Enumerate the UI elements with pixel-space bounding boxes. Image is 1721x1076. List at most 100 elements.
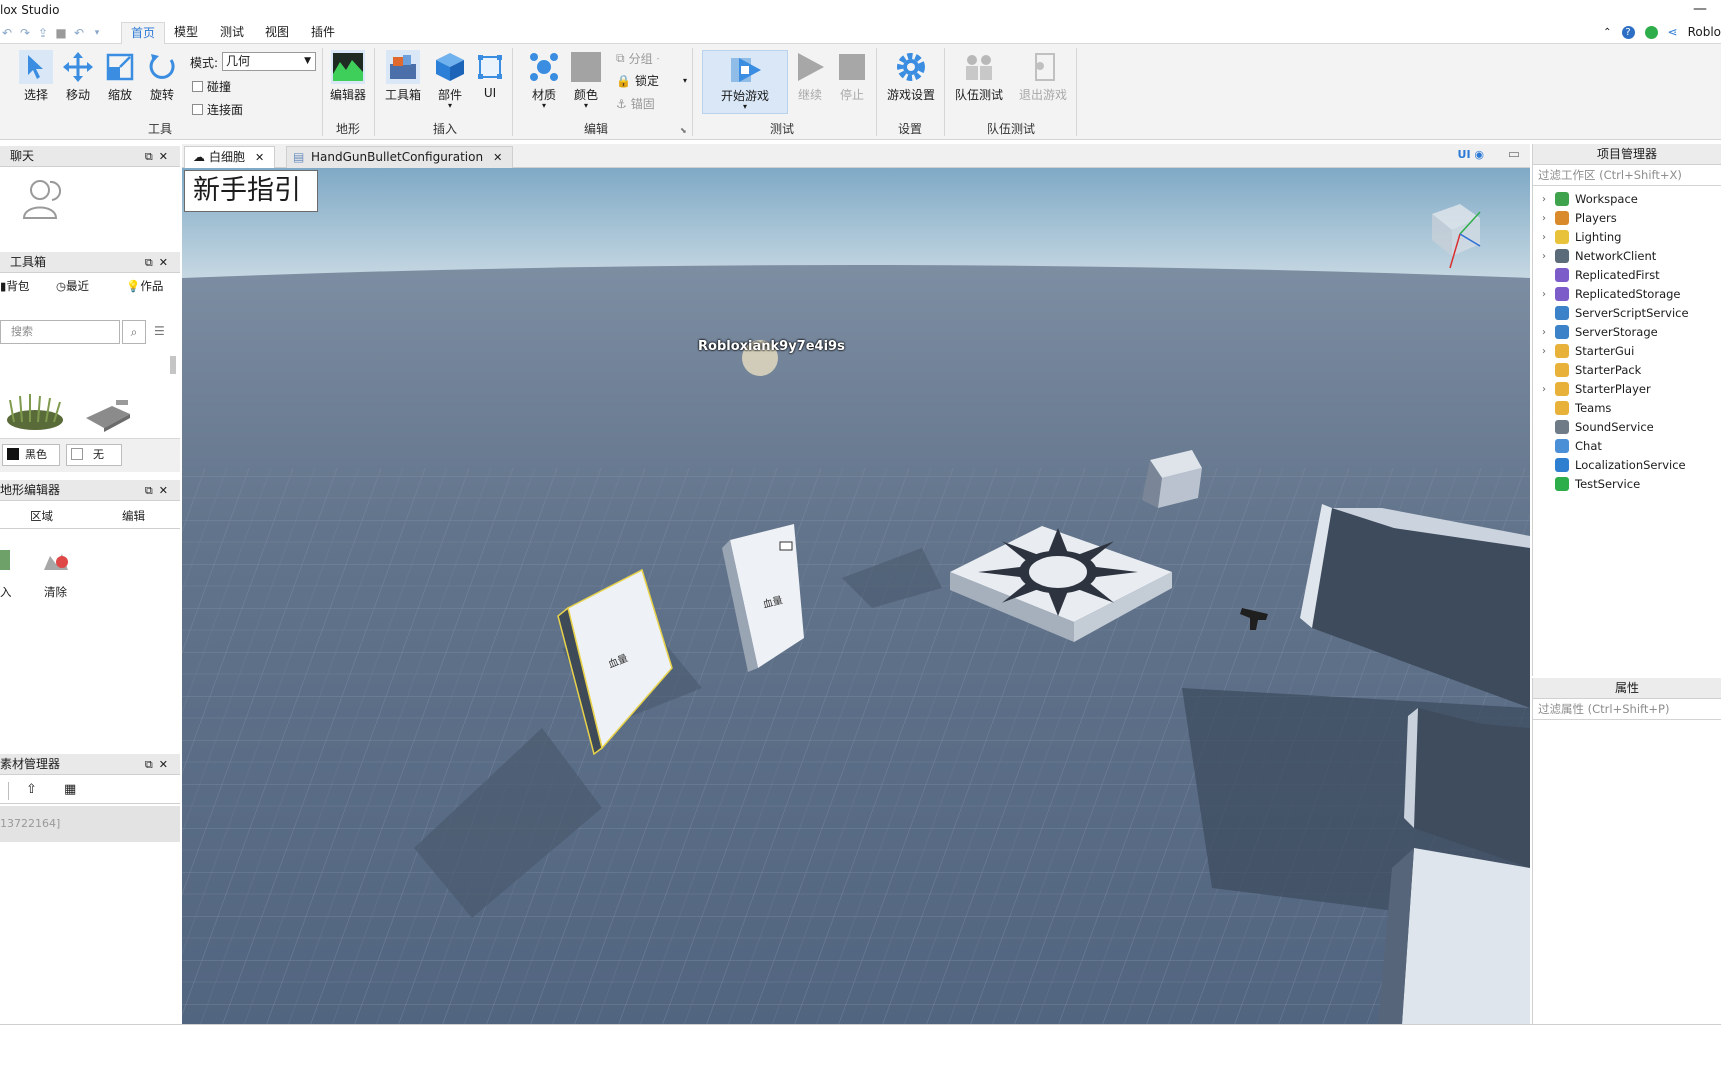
scale-tool-button[interactable]: 缩放 xyxy=(100,50,140,103)
terrain-editor-button[interactable]: 编辑器 xyxy=(326,50,370,103)
minimize-button[interactable]: — xyxy=(1693,1,1707,17)
explorer-item-workspace[interactable]: › Workspace xyxy=(1533,190,1638,208)
chevron-right-icon[interactable]: › xyxy=(1533,289,1555,300)
resume-button[interactable]: 继续 xyxy=(790,50,830,103)
upload-icon[interactable]: ⇧ xyxy=(26,782,37,797)
explorer-item-soundservice[interactable]: SoundService xyxy=(1533,418,1654,436)
explorer-item-testservice[interactable]: TestService xyxy=(1533,475,1640,493)
help-icon[interactable]: ? xyxy=(1621,25,1635,39)
terrain-tab-edit[interactable]: 编辑 xyxy=(122,508,145,524)
grid-view-icon[interactable]: ▦ xyxy=(64,782,76,797)
device-emulator-icon[interactable]: ▭ xyxy=(1508,147,1520,162)
close-icon[interactable]: ✕ xyxy=(255,151,264,164)
edit-settings-icon[interactable]: ⬊ xyxy=(680,126,687,135)
status-icon[interactable] xyxy=(1644,25,1658,39)
explorer-item-startergui[interactable]: › StarterGui xyxy=(1533,342,1634,360)
mode-select[interactable]: 几何 ▼ xyxy=(222,52,316,71)
explorer-item-serverstorage[interactable]: › ServerStorage xyxy=(1533,323,1658,341)
explorer-item-localizationservice[interactable]: LocalizationService xyxy=(1533,456,1686,474)
asset-id-text: 13722164] xyxy=(0,817,61,830)
slab-asset-thumbnail[interactable] xyxy=(82,392,134,435)
window-title: lox Studio xyxy=(0,3,60,17)
terrain-editor-panel-header: 地形编辑器 ⧉✕ xyxy=(0,480,180,501)
material-button[interactable]: 材质 ▾ xyxy=(524,50,564,110)
anchor-button[interactable]: ⚓ 锚固 xyxy=(616,95,655,112)
game-settings-button[interactable]: 游戏设置 xyxy=(884,50,938,103)
background-none-button[interactable]: 无 xyxy=(66,444,122,466)
explorer-filter-input[interactable]: 过滤工作区 (Ctrl+Shift+X) xyxy=(1533,165,1721,186)
chevron-right-icon[interactable]: › xyxy=(1533,251,1555,262)
explorer-item-networkclient[interactable]: › NetworkClient xyxy=(1533,247,1656,265)
collide-checkbox[interactable] xyxy=(192,81,203,92)
tab-model[interactable]: 模型 xyxy=(165,22,207,44)
undo-icon[interactable]: ↶ xyxy=(72,26,86,40)
new-player-guide-button[interactable]: 新手指引 xyxy=(184,170,318,212)
toolbox-search-input[interactable]: 搜索 xyxy=(0,320,120,344)
ui-visibility-toggle[interactable]: UI ◉ xyxy=(1458,148,1484,161)
toolbox-tab-backpack[interactable]: ▮背包 xyxy=(0,278,29,294)
chevron-right-icon[interactable]: › xyxy=(1533,327,1555,338)
explorer-item-replicatedstorage[interactable]: › ReplicatedStorage xyxy=(1533,285,1681,303)
rotate-tool-button[interactable]: 旋转 xyxy=(142,50,182,103)
ui-button[interactable]: UI xyxy=(470,50,510,100)
publish-icon[interactable]: ⇪ xyxy=(36,26,50,40)
grass-asset-thumbnail[interactable] xyxy=(4,386,66,437)
lock-button[interactable]: 🔒 锁定 ▾ xyxy=(616,72,687,89)
search-icon[interactable]: ⌕ xyxy=(122,320,146,344)
toolbox-button[interactable]: 工具箱 xyxy=(380,50,426,103)
panel-dock-close-icons[interactable]: ⧉✕ xyxy=(145,480,174,501)
clear-terrain-icon[interactable] xyxy=(42,548,70,575)
explorer-item-serverscriptservice[interactable]: ServerScriptService xyxy=(1533,304,1689,322)
explorer-item-starterpack[interactable]: StarterPack xyxy=(1533,361,1641,379)
redo-icon[interactable]: ↷ xyxy=(18,26,32,40)
team-test-button[interactable]: 队伍测试 xyxy=(952,50,1006,103)
tab-handgun-bullet-config[interactable]: ▤ HandGunBulletConfiguration ✕ xyxy=(286,146,514,168)
collapse-ribbon-icon[interactable]: ⌃ xyxy=(1603,27,1611,38)
toolbox-tab-creations[interactable]: 💡作品 xyxy=(126,278,163,294)
chevron-right-icon[interactable]: › xyxy=(1533,194,1555,205)
tab-view[interactable]: 视图 xyxy=(256,22,298,44)
part-button[interactable]: 部件 ▾ xyxy=(430,50,470,110)
panel-dock-close-icons[interactable]: ⧉✕ xyxy=(145,146,174,167)
tab-home[interactable]: 首页 xyxy=(121,22,166,44)
import-terrain-icon[interactable] xyxy=(0,548,12,575)
join-surfaces-toggle[interactable]: 连接面 xyxy=(192,101,243,118)
chevron-down-icon[interactable]: ▾ xyxy=(90,26,104,40)
terrain-tab-region[interactable]: 区域 xyxy=(30,508,53,524)
close-icon[interactable]: ✕ xyxy=(493,151,502,164)
toolbox-scrollbar[interactable] xyxy=(170,356,176,374)
color-button[interactable]: 颜色 ▾ xyxy=(566,50,606,110)
play-button[interactable]: 开始游戏 ▾ xyxy=(702,50,788,114)
stop-button[interactable]: 停止 xyxy=(832,50,872,103)
explorer-item-chat[interactable]: Chat xyxy=(1533,437,1602,455)
filter-settings-icon[interactable]: ☰ xyxy=(154,324,165,338)
background-black-button[interactable]: 黑色 xyxy=(2,444,60,466)
move-tool-button[interactable]: 移动 xyxy=(58,50,98,103)
3d-viewport[interactable]: 血量 血量 Robloxiank9y7e4i9s xyxy=(182,168,1530,1024)
exit-game-button[interactable]: 退出游戏 xyxy=(1016,50,1070,103)
stop-icon[interactable]: ■ xyxy=(54,26,68,40)
explorer-item-teams[interactable]: Teams xyxy=(1533,399,1611,417)
panel-dock-close-icons[interactable]: ⧉✕ xyxy=(145,754,174,775)
undo-history-icon[interactable]: ↶ xyxy=(0,26,14,40)
collide-toggle[interactable]: 碰撞 xyxy=(192,78,231,95)
join-surfaces-checkbox[interactable] xyxy=(192,104,203,115)
explorer-item-replicatedfirst[interactable]: ReplicatedFirst xyxy=(1533,266,1660,284)
share-icon[interactable]: ⋖ xyxy=(1668,25,1678,39)
select-tool-button[interactable]: 选择 xyxy=(16,50,56,103)
explorer-item-players[interactable]: › Players xyxy=(1533,209,1617,227)
chevron-right-icon[interactable]: › xyxy=(1533,213,1555,224)
tab-plugins[interactable]: 插件 xyxy=(302,22,344,44)
explorer-item-lighting[interactable]: › Lighting xyxy=(1533,228,1621,246)
tab-place-baixibao[interactable]: ☁ 白细胞 ✕ xyxy=(184,146,276,168)
properties-filter-input[interactable]: 过滤属性 (Ctrl+Shift+P) xyxy=(1533,699,1721,720)
panel-dock-close-icons[interactable]: ⧉✕ xyxy=(145,252,174,273)
group-button[interactable]: ⧉ 分组 - xyxy=(616,50,659,67)
toolbox-tab-recent[interactable]: ◷最近 xyxy=(56,278,89,294)
chevron-right-icon[interactable]: › xyxy=(1533,346,1555,357)
explorer-item-starterplayer[interactable]: › StarterPlayer xyxy=(1533,380,1651,398)
chevron-right-icon[interactable]: › xyxy=(1533,384,1555,395)
tab-test[interactable]: 测试 xyxy=(211,22,253,44)
chevron-right-icon[interactable]: › xyxy=(1533,232,1555,243)
scene-render[interactable]: 血量 血量 xyxy=(182,168,1530,1024)
